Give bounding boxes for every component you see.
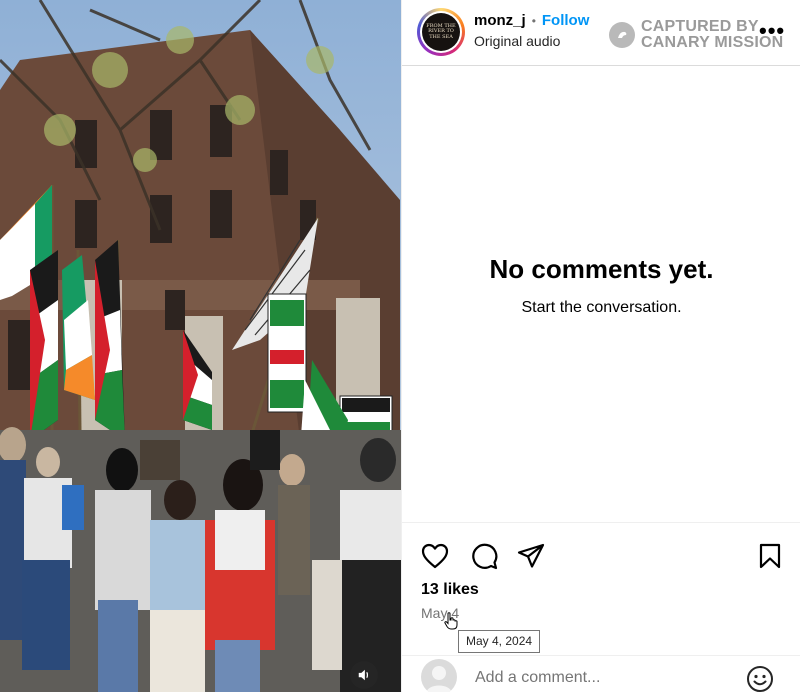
share-icon	[517, 543, 545, 568]
separator-dot: •	[531, 13, 536, 28]
post-video[interactable]	[0, 0, 401, 692]
empty-comments-title: No comments yet.	[489, 254, 714, 284]
like-button[interactable]	[420, 541, 450, 571]
comment-icon	[472, 543, 498, 570]
author-line: monz_j • Follow	[474, 12, 589, 29]
post-header: FROM THE RIVER TO THE SEA monz_j • Follo…	[402, 0, 800, 66]
post-actions: 13 likes May 4 May 4, 2024	[402, 522, 800, 692]
add-comment-input[interactable]	[475, 669, 725, 687]
hand-cursor-icon	[444, 612, 458, 630]
share-button[interactable]	[516, 541, 546, 571]
post-details-panel: FROM THE RIVER TO THE SEA monz_j • Follo…	[401, 0, 800, 692]
speaker-icon	[358, 669, 369, 681]
bookmark-icon	[759, 543, 781, 569]
save-button[interactable]	[755, 541, 785, 571]
current-user-avatar	[421, 659, 457, 692]
no-comments-placeholder: No comments yet. Start the conversation.	[402, 254, 800, 317]
avatar-text-line: THE SEA	[429, 33, 453, 40]
author-username[interactable]: monz_j	[474, 12, 526, 29]
video-frame	[0, 0, 401, 692]
comment-composer	[402, 655, 800, 692]
follow-button[interactable]: Follow	[542, 12, 590, 29]
default-avatar-icon	[426, 666, 452, 692]
likes-count[interactable]: 13 likes	[421, 581, 479, 599]
mute-toggle-button[interactable]	[350, 661, 378, 689]
canary-icon	[609, 22, 635, 48]
audio-link[interactable]: Original audio	[474, 33, 560, 49]
more-options-button[interactable]: •••	[759, 18, 785, 44]
empty-comments-subtitle: Start the conversation.	[521, 299, 682, 316]
avatar-image: FROM THE RIVER TO THE SEA	[422, 13, 460, 51]
emoji-picker-icon[interactable]	[746, 665, 774, 692]
author-avatar[interactable]: FROM THE RIVER TO THE SEA	[417, 8, 465, 56]
date-tooltip: May 4, 2024	[458, 630, 541, 653]
heart-icon	[421, 543, 449, 569]
comment-button[interactable]	[469, 541, 499, 571]
canary-mission-watermark: CAPTURED BY CANARY MISSION	[609, 19, 783, 51]
